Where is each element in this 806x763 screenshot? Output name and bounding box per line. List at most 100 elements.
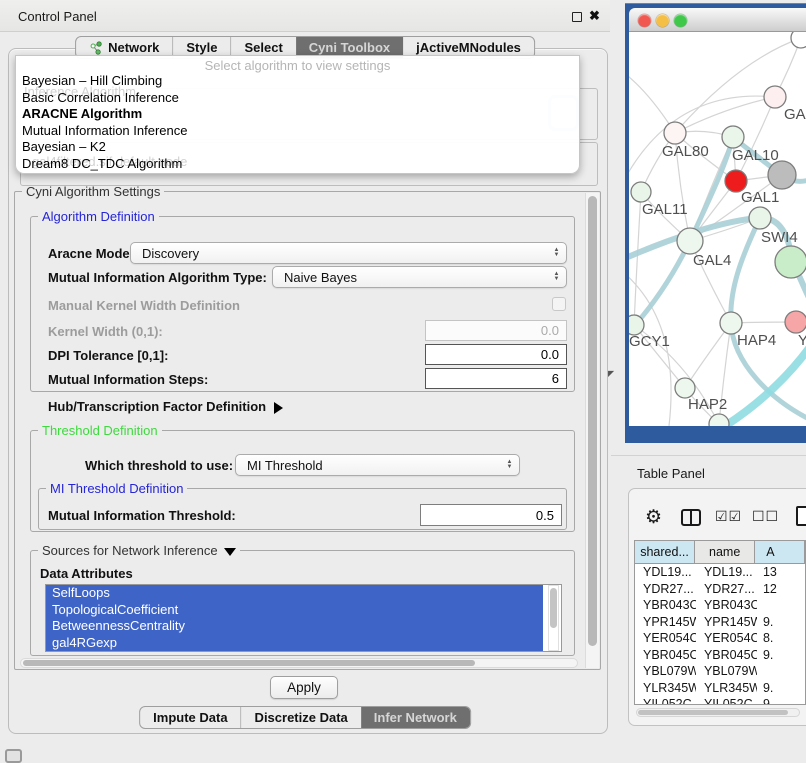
attribute-item-topologicalcoefficient[interactable]: TopologicalCoefficient <box>46 602 543 619</box>
algorithm-option-mutual-information-inference[interactable]: Mutual Information Inference <box>20 123 575 140</box>
table-row-ybr043c[interactable]: YBR043CYBR043C <box>635 597 805 614</box>
apply-button[interactable]: Apply <box>270 676 338 699</box>
attributes-scrollbar-track[interactable] <box>548 585 559 651</box>
dpi-tolerance-input[interactable] <box>425 344 567 365</box>
settings-hscrollbar-thumb[interactable] <box>23 660 475 666</box>
network-node-hap2[interactable] <box>675 378 695 398</box>
table-cell: 9. <box>757 680 805 697</box>
threshold-type-select[interactable]: MI Threshold ▲▼ <box>235 454 520 476</box>
network-node[interactable] <box>775 246 806 278</box>
node-label-gal80: GAL80 <box>662 143 709 160</box>
mi-type-label: Mutual Information Algorithm Type: <box>48 270 267 285</box>
node-label-gal4: GAL4 <box>693 252 731 269</box>
tab-discretize-data[interactable]: Discretize Data <box>241 707 361 728</box>
zoom-button[interactable] <box>674 14 687 27</box>
dropdown-placeholder: Select algorithm to view settings <box>16 58 579 73</box>
float-window-icon[interactable] <box>572 12 582 22</box>
algorithm-option-aracne-algorithm[interactable]: ARACNE Algorithm <box>20 106 575 123</box>
tab-label: Discretize Data <box>255 707 348 729</box>
network-node-swi4[interactable] <box>749 207 771 229</box>
network-node-gal10[interactable] <box>722 126 744 148</box>
table-row-ybl079w[interactable]: YBL079WYBL079W <box>635 663 805 680</box>
cursor-arrow: ◤ <box>608 369 614 378</box>
network-node-gal[interactable] <box>764 86 786 108</box>
mi-threshold-title: MI Threshold Definition <box>46 481 187 496</box>
attribute-item-selfloops[interactable]: SelfLoops <box>46 585 543 602</box>
network-node-gal4[interactable] <box>677 228 703 254</box>
file-icon[interactable] <box>796 506 806 526</box>
network-node-y[interactable] <box>785 311 806 333</box>
node-label-gal: GAL <box>784 106 806 123</box>
table-hscrollbar-thumb[interactable] <box>638 710 788 715</box>
network-view-window: GALGAL80GAL10GAL1GAL11SWI4GAL4GCY1HAP4YH… <box>625 3 806 443</box>
sources-toggle[interactable]: Sources for Network Inference <box>38 543 240 558</box>
which-threshold-label: Which threshold to use: <box>85 458 233 473</box>
deselect-all-icon[interactable]: ☐☐ <box>752 508 779 525</box>
node-label-gcy1: GCY1 <box>629 333 670 350</box>
sources-title: Sources for Network Inference <box>42 543 218 558</box>
columns-icon[interactable] <box>681 509 701 526</box>
table-row-ypr145w[interactable]: YPR145WYPR145W9. <box>635 614 805 631</box>
column-header-shared[interactable]: shared... <box>635 541 695 563</box>
node-label-gal1: GAL1 <box>741 189 779 206</box>
settings-scrollbar-track[interactable] <box>585 193 599 668</box>
network-node[interactable] <box>791 32 806 48</box>
algorithm-definition-title: Algorithm Definition <box>38 209 159 224</box>
table-body: YDL19...YDL19...13YDR27...YDR27...12YBR0… <box>635 564 805 705</box>
mi-threshold-label: Mutual Information Threshold: <box>48 508 236 523</box>
table-cell: YIL052C <box>635 696 696 705</box>
attribute-item-betweennesscentrality[interactable]: BetweennessCentrality <box>46 618 543 635</box>
table-cell: YER054C <box>635 630 696 647</box>
kernel-width-input[interactable] <box>425 320 567 341</box>
network-window-titlebar[interactable] <box>629 8 806 32</box>
network-node-hap4[interactable] <box>720 312 742 334</box>
threshold-type-value: MI Threshold <box>236 458 503 473</box>
network-node-gcy1[interactable] <box>629 315 644 335</box>
table-row-ybr045c[interactable]: YBR045CYBR045C9. <box>635 647 805 664</box>
gear-icon[interactable]: ⚙ <box>645 506 662 529</box>
table-row-yil052c[interactable]: YIL052CYIL052C9 <box>635 696 805 705</box>
node-table: shared...nameA YDL19...YDL19...13YDR27..… <box>634 540 806 705</box>
manual-kernel-checkbox[interactable] <box>552 297 566 311</box>
tab-infer-network[interactable]: Infer Network <box>361 707 470 728</box>
tab-impute-data[interactable]: Impute Data <box>140 707 240 728</box>
close-button[interactable] <box>638 14 651 27</box>
table-row-yer054c[interactable]: YER054CYER054C8. <box>635 630 805 647</box>
mi-steps-label: Mutual Information Steps: <box>48 372 208 387</box>
attribute-item-gal4rgexp[interactable]: gal4RGexp <box>46 635 543 652</box>
algorithm-option-bayesian-hill-climbing[interactable]: Bayesian – Hill Climbing <box>20 73 575 90</box>
network-node[interactable] <box>709 414 729 426</box>
mi-algorithm-type-select[interactable]: Naive Bayes ▲▼ <box>272 266 567 288</box>
algorithm-option-dream8-dc-tdc-algorithm[interactable]: Dream8 DC_TDC Algorithm <box>20 156 575 173</box>
minimize-button[interactable] <box>656 14 669 27</box>
network-node-gal80[interactable] <box>664 122 686 144</box>
settings-hscrollbar-track[interactable] <box>20 658 578 668</box>
attributes-scrollbar-thumb[interactable] <box>550 588 557 628</box>
algorithm-option-bayesian-k2[interactable]: Bayesian – K2 <box>20 139 575 156</box>
column-header-a[interactable]: A <box>755 541 805 563</box>
close-icon[interactable]: ✖ <box>589 8 600 24</box>
settings-scrollbar-thumb[interactable] <box>588 196 597 646</box>
network-node[interactable] <box>768 161 796 189</box>
mi-threshold-input[interactable] <box>420 504 562 526</box>
aracne-mode-select[interactable]: Discovery ▲▼ <box>130 242 567 264</box>
table-hscrollbar-track[interactable] <box>636 708 800 717</box>
table-cell: 9 <box>757 696 805 705</box>
dock-icon[interactable] <box>5 749 22 763</box>
mi-steps-input[interactable] <box>425 368 567 389</box>
control-panel-titlebar: Control Panel ✖ <box>0 0 610 32</box>
network-node-gal11[interactable] <box>631 182 651 202</box>
table-row-ylr345w[interactable]: YLR345WYLR345W9. <box>635 680 805 697</box>
select-all-icon[interactable]: ☑☑ <box>715 508 742 525</box>
table-panel-separator <box>611 455 806 456</box>
hub-definition-toggle[interactable]: Hub/Transcription Factor Definition <box>48 399 283 414</box>
algorithm-option-basic-correlation-inference[interactable]: Basic Correlation Inference <box>20 90 575 107</box>
aracne-mode-label: Aracne Mode: <box>48 246 134 261</box>
table-row-ydr27[interactable]: YDR27...YDR27...12 <box>635 581 805 598</box>
data-attributes-label: Data Attributes <box>40 566 133 581</box>
column-header-name[interactable]: name <box>695 541 755 563</box>
table-cell: YBR043C <box>696 597 757 614</box>
network-canvas[interactable]: GALGAL80GAL10GAL1GAL11SWI4GAL4GCY1HAP4YH… <box>629 32 806 426</box>
expand-right-icon <box>274 402 283 414</box>
table-row-ydl19[interactable]: YDL19...YDL19...13 <box>635 564 805 581</box>
